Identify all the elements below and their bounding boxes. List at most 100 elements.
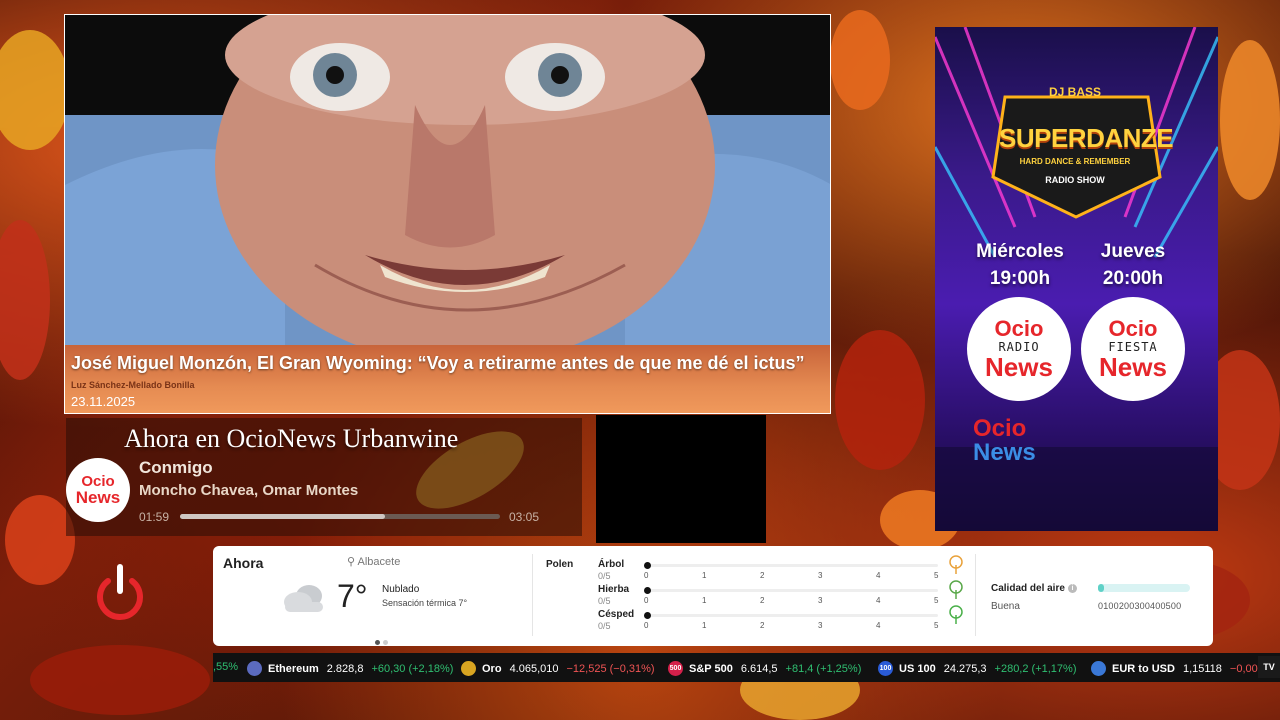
ticker-price: 4.065,010 (509, 662, 559, 675)
promo-time-2: 20:00h (1102, 268, 1164, 289)
sp500-icon: 500 (668, 661, 683, 676)
promo-title: SUPERDANZE (999, 123, 1174, 153)
grass-icon (949, 580, 963, 599)
polen-row: Césped 0/5 0 1 2 3 4 5 (598, 605, 963, 633)
news-author: Luz Sánchez-Mellado Bonilla (71, 380, 195, 390)
logo-news-text: News (75, 488, 121, 507)
polen-scale-tick: 5 (934, 571, 939, 580)
air-quality-scale: 0100200300400500 (1098, 601, 1182, 611)
polen-track (644, 562, 938, 569)
weather-now-label: Ahora (223, 555, 264, 571)
weather-widget: Ahora ⚲ Albacete 7° Nublado Sensación té… (213, 546, 1213, 646)
now-playing-widget: Ahora en OcioNews Urbanwine Ocio News Co… (66, 418, 582, 536)
polen-row: Hierba 0/5 0 1 2 3 4 5 (598, 580, 963, 608)
badge-news-text: News (985, 352, 1053, 382)
ticker-name: S&P 500 (689, 662, 733, 675)
badge-ocio-text: Ocio (1108, 316, 1158, 341)
news-title[interactable]: José Miguel Monzón, El Gran Wyoming: “Vo… (71, 353, 826, 374)
polen-scale-tick: 4 (876, 596, 881, 605)
polen-scale-tick: 3 (818, 571, 823, 580)
ticker-change: +280,2 (+1,17%) (994, 662, 1077, 675)
elapsed-time: 01:59 (139, 510, 170, 524)
carousel-dot[interactable] (383, 640, 388, 645)
divider (975, 554, 976, 636)
ticker-change: ,55% (213, 661, 239, 673)
tradingview-logo[interactable]: TV (1258, 656, 1280, 678)
ocionews-fiesta-badge[interactable]: Ocio FIESTA News (1081, 297, 1185, 401)
promo-poster[interactable]: DJ BASS SUPERDANZE HARD DANCE & REMEMBER… (935, 27, 1218, 531)
air-quality-value: Buena (991, 601, 1020, 612)
ticker-change: −12,525 (−0,31%) (566, 662, 655, 675)
ticker-item[interactable]: EUR to USD 1,15118 −0,00 (− (1091, 661, 1271, 676)
ticker-name: Ethereum (268, 662, 319, 675)
ticker-name: EUR to USD (1112, 662, 1175, 675)
ocionews-logo: Ocio News (973, 415, 1036, 467)
polen-scale-tick: 3 (818, 596, 823, 605)
news-date: 23.11.2025 (71, 394, 136, 409)
air-quality-bar (1098, 584, 1190, 592)
air-quality-fill (1098, 584, 1104, 592)
ticker-item[interactable]: ,55% (213, 661, 238, 673)
carousel-dots[interactable] (375, 632, 391, 650)
promo-dj: DJ BASS (1048, 85, 1101, 99)
promo-show: RADIO SHOW (1045, 175, 1105, 185)
polen-scale-tick: 2 (760, 571, 765, 580)
polen-value: 0/5 (598, 571, 611, 581)
video-player[interactable] (596, 415, 766, 543)
badge-ocio-text: Ocio (994, 316, 1044, 341)
badge-news-text: News (1099, 352, 1167, 382)
logo-ocio-text: Ocio (81, 473, 115, 490)
news-photo (65, 15, 830, 345)
ticker-item[interactable]: Ethereum 2.828,8 +60,30 (+2,18%) (247, 661, 453, 676)
polen-title: Polen (546, 559, 574, 570)
weather-location: ⚲ Albacete (347, 555, 400, 568)
now-playing-heading: Ahora en OcioNews Urbanwine (124, 424, 459, 453)
polen-row: Árbol 0/5 0 1 2 3 4 5 (598, 555, 963, 583)
us100-icon: 100 (878, 661, 893, 676)
ocionews-radio-badge[interactable]: Ocio RADIO News (967, 297, 1071, 401)
ticker-item[interactable]: 100 US 100 24.275,3 +280,2 (+1,17%) (878, 661, 1076, 676)
progress-fill (180, 514, 385, 519)
polen-value: 0/5 (598, 621, 611, 631)
ticker-change: +81,4 (+1,25%) (785, 662, 862, 675)
progress-bar[interactable] (180, 514, 500, 519)
carousel-dot[interactable] (375, 640, 380, 645)
tree-icon (949, 555, 963, 574)
ethereum-icon (247, 661, 262, 676)
ticker-item[interactable]: 500 S&P 500 6.614,5 +81,4 (+1,25%) (668, 661, 861, 676)
cloud-icon (284, 585, 323, 612)
polen-scale-tick: 5 (934, 621, 939, 630)
polen-scale-tick: 1 (702, 621, 707, 630)
polen-scale-tick: 0 (644, 596, 649, 605)
ticker-price: 24.275,3 (943, 662, 987, 675)
ticker-price: 2.828,8 (326, 662, 364, 675)
polen-scale-tick: 0 (644, 621, 649, 630)
polen-scale-tick: 4 (876, 571, 881, 580)
polen-scale-tick: 1 (702, 571, 707, 580)
ticker-name: US 100 (899, 662, 936, 675)
power-icon[interactable] (94, 563, 146, 625)
news-card[interactable]: José Miguel Monzón, El Gran Wyoming: “Vo… (64, 14, 831, 414)
promo-day-1: Miércoles (976, 241, 1064, 262)
info-icon[interactable]: i (1067, 584, 1077, 593)
polen-track (644, 612, 938, 619)
location-name: Albacete (357, 556, 401, 568)
polen-marker (644, 587, 651, 594)
weather-feels-like: Sensación térmica 7° (382, 598, 468, 608)
ticker-item[interactable]: Oro 4.065,010 −12,525 (−0,31%) (461, 661, 655, 676)
divider (532, 554, 533, 636)
polen-name: Árbol (598, 559, 625, 570)
ticker-price: 6.614,5 (740, 662, 778, 675)
logo-news-text: News (973, 439, 1036, 466)
air-quality-label: Calidad del aire (991, 583, 1065, 594)
polen-scale-tick: 4 (876, 621, 881, 630)
ticker-icon-label: 100 (879, 665, 892, 672)
logo-ocio-text: Ocio (973, 415, 1027, 442)
lawn-icon (949, 605, 963, 624)
polen-name: Césped (598, 609, 635, 620)
weather-condition: Nublado (382, 584, 420, 595)
news-caption: José Miguel Monzón, El Gran Wyoming: “Vo… (65, 345, 830, 413)
gold-icon (461, 661, 476, 676)
polen-scale-tick: 0 (644, 571, 649, 580)
market-ticker[interactable]: EUR to USD 1,15118 −0,00 (− 100 US 100 24.275… (213, 653, 1280, 682)
